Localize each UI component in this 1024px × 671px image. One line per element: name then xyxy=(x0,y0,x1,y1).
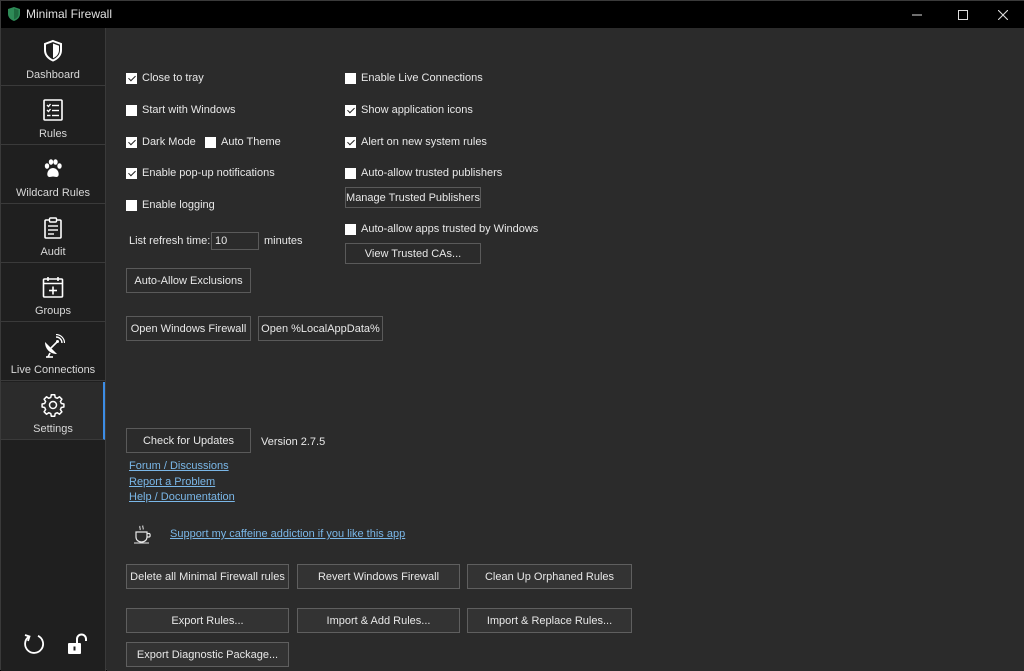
refresh-time-unit: minutes xyxy=(264,235,303,247)
checkbox-label: Enable Live Connections xyxy=(361,72,483,84)
calendar-plus-icon xyxy=(42,277,64,298)
close-icon xyxy=(998,9,1008,20)
sidebar-item-settings[interactable]: Settings xyxy=(1,382,105,440)
refresh-icon[interactable] xyxy=(22,632,46,656)
close-button[interactable] xyxy=(980,1,1024,28)
auto-theme-checkbox[interactable]: Auto Theme xyxy=(205,135,281,149)
clean-up-orphaned-rules-button[interactable]: Clean Up Orphaned Rules xyxy=(467,564,632,589)
view-trusted-cas-button[interactable]: View Trusted CAs... xyxy=(345,243,481,264)
checkbox-label: Start with Windows xyxy=(142,104,236,116)
open-windows-firewall-button[interactable]: Open Windows Firewall xyxy=(126,316,251,341)
checkbox-label: Enable pop-up notifications xyxy=(142,167,275,179)
checkbox-box[interactable] xyxy=(126,199,137,211)
export-rules-button[interactable]: Export Rules... xyxy=(126,608,289,633)
checkbox-label: Show application icons xyxy=(361,104,473,116)
import-replace-rules-button[interactable]: Import & Replace Rules... xyxy=(467,608,632,633)
sidebar-item-label: Audit xyxy=(40,246,66,258)
maximize-icon xyxy=(958,9,968,20)
shield-icon xyxy=(44,39,62,62)
checkbox-box[interactable] xyxy=(205,136,216,148)
enable-logging-checkbox[interactable]: Enable logging xyxy=(126,198,215,212)
title-bar: Minimal Firewall xyxy=(1,1,1024,28)
sidebar-item-label: Wildcard Rules xyxy=(16,187,90,199)
refresh-time-label: List refresh time: xyxy=(129,235,211,247)
checkbox-label: Enable logging xyxy=(142,199,215,211)
checkbox-label: Auto-allow trusted publishers xyxy=(361,167,503,179)
revert-windows-firewall-button[interactable]: Revert Windows Firewall xyxy=(297,564,460,589)
window-title: Minimal Firewall xyxy=(26,7,113,21)
app-window: Minimal Firewall Dashboard Rules Wildcar… xyxy=(0,0,1024,671)
import-add-rules-button[interactable]: Import & Add Rules... xyxy=(297,608,460,633)
gear-icon xyxy=(41,394,65,417)
delete-all-rules-button[interactable]: Delete all Minimal Firewall rules xyxy=(126,564,289,589)
forum-link[interactable]: Forum / Discussions xyxy=(129,460,229,472)
close-to-tray-checkbox[interactable]: Close to tray xyxy=(126,71,204,85)
alert-new-system-rules-checkbox[interactable]: Alert on new system rules xyxy=(345,135,487,149)
support-coffee-link[interactable]: Support my caffeine addiction if you lik… xyxy=(170,528,405,540)
sidebar-item-audit[interactable]: Audit xyxy=(1,205,105,263)
app-shield-icon xyxy=(8,7,20,21)
sidebar-item-label: Settings xyxy=(33,423,73,435)
sidebar-item-wildcard-rules[interactable]: Wildcard Rules xyxy=(1,146,105,204)
minimize-icon xyxy=(912,14,922,15)
auto-allow-publishers-checkbox[interactable]: Auto-allow trusted publishers xyxy=(345,166,502,180)
checkbox-label: Auto-allow apps trusted by Windows xyxy=(361,223,539,235)
settings-panel: Close to tray Start with Windows Dark Mo… xyxy=(107,28,1024,671)
dark-mode-checkbox[interactable]: Dark Mode xyxy=(126,135,196,149)
satellite-icon xyxy=(45,334,65,358)
checkbox-box[interactable] xyxy=(126,104,137,116)
open-localappdata-button[interactable]: Open %LocalAppData% xyxy=(258,316,383,341)
checkbox-box[interactable] xyxy=(126,72,137,84)
clipboard-icon xyxy=(44,217,62,239)
checkbox-box[interactable] xyxy=(345,72,356,84)
checkbox-box[interactable] xyxy=(126,136,137,148)
sidebar-item-label: Live Connections xyxy=(10,364,96,376)
enable-live-connections-checkbox[interactable]: Enable Live Connections xyxy=(345,71,483,85)
popup-notifications-checkbox[interactable]: Enable pop-up notifications xyxy=(126,166,275,180)
checkbox-box[interactable] xyxy=(345,223,356,235)
sidebar: Dashboard Rules Wildcard Rules Audit Gro… xyxy=(1,28,106,671)
checkbox-box[interactable] xyxy=(345,167,356,179)
unlock-icon[interactable] xyxy=(65,632,89,656)
show-app-icons-checkbox[interactable]: Show application icons xyxy=(345,103,473,117)
sidebar-item-groups[interactable]: Groups xyxy=(1,264,105,322)
start-with-windows-checkbox[interactable]: Start with Windows xyxy=(126,103,236,117)
auto-allow-windows-trusted-checkbox[interactable]: Auto-allow apps trusted by Windows xyxy=(345,222,538,236)
list-icon xyxy=(43,99,63,121)
minimize-button[interactable] xyxy=(894,1,940,28)
sidebar-item-label: Groups xyxy=(34,305,72,317)
checkbox-label: Auto Theme xyxy=(221,136,281,148)
checkbox-box[interactable] xyxy=(126,167,137,179)
checkbox-box[interactable] xyxy=(345,104,356,116)
checkbox-box[interactable] xyxy=(345,136,356,148)
manage-trusted-publishers-button[interactable]: Manage Trusted Publishers xyxy=(345,187,481,208)
sidebar-item-label: Dashboard xyxy=(26,69,80,81)
refresh-time-input[interactable] xyxy=(211,232,259,250)
export-diagnostic-package-button[interactable]: Export Diagnostic Package... xyxy=(126,642,289,667)
checkbox-label: Dark Mode xyxy=(142,136,196,148)
help-documentation-link[interactable]: Help / Documentation xyxy=(129,491,235,503)
auto-allow-exclusions-button[interactable]: Auto-Allow Exclusions xyxy=(126,268,251,293)
paw-icon xyxy=(44,159,62,177)
sidebar-item-label: Rules xyxy=(38,128,68,140)
sidebar-item-live-connections[interactable]: Live Connections xyxy=(1,323,105,381)
coffee-cup-icon xyxy=(134,525,151,544)
check-for-updates-button[interactable]: Check for Updates xyxy=(126,428,251,453)
checkbox-label: Close to tray xyxy=(142,72,204,84)
checkbox-label: Alert on new system rules xyxy=(361,136,487,148)
version-label: Version 2.7.5 xyxy=(261,436,326,448)
sidebar-item-rules[interactable]: Rules xyxy=(1,87,105,145)
report-problem-link[interactable]: Report a Problem xyxy=(129,476,215,488)
sidebar-item-dashboard[interactable]: Dashboard xyxy=(1,28,105,86)
